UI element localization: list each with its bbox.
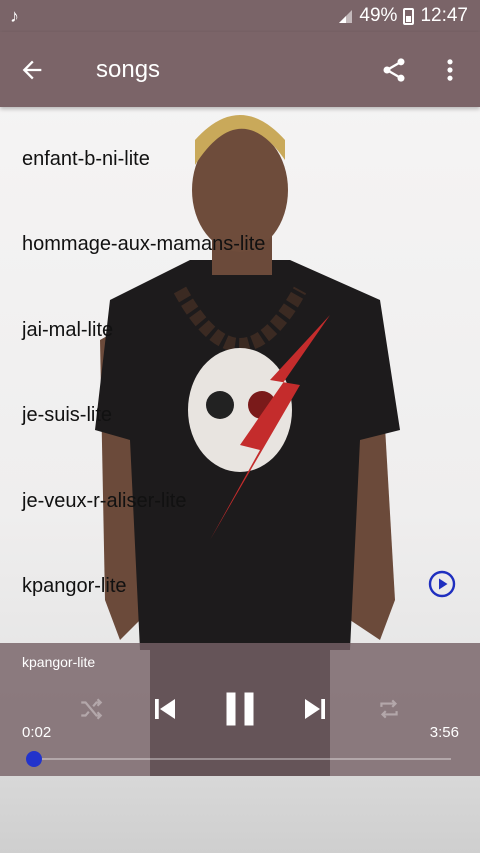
background-lower <box>0 776 480 853</box>
page-title: songs <box>96 56 161 83</box>
song-item[interactable]: kpangor-lite <box>0 534 480 619</box>
status-bar: ♪ 49% 12:47 <box>0 0 480 32</box>
play-circle-icon[interactable] <box>428 570 456 598</box>
battery-icon <box>403 7 415 25</box>
total-duration: 3:56 <box>429 724 459 741</box>
seek-bar[interactable] <box>33 758 451 760</box>
song-title: jai-mal-lite <box>22 318 114 341</box>
skip-previous-icon[interactable] <box>150 694 180 724</box>
elapsed-time: 0:02 <box>22 724 52 741</box>
clock: 12:47 <box>420 5 468 26</box>
song-list: enfant-b-ni-lite hommage-aux-mamans-lite… <box>0 107 480 619</box>
signal-icon <box>339 10 353 23</box>
seek-knob[interactable] <box>26 751 42 767</box>
song-item[interactable]: jai-mal-lite <box>0 278 480 363</box>
song-item[interactable]: je-veux-r-aliser-lite <box>0 449 480 534</box>
song-item[interactable]: hommage-aux-mamans-lite <box>0 192 480 277</box>
app-toolbar: songs <box>0 32 480 107</box>
more-vert-icon[interactable] <box>440 56 460 84</box>
shuffle-icon[interactable] <box>78 696 104 722</box>
share-icon[interactable] <box>380 56 408 84</box>
song-item[interactable]: je-suis-lite <box>0 363 480 448</box>
repeat-icon[interactable] <box>375 696 403 722</box>
back-arrow-icon[interactable] <box>18 56 46 84</box>
music-note-icon: ♪ <box>10 6 19 26</box>
skip-next-icon[interactable] <box>300 694 330 724</box>
pause-icon[interactable] <box>222 689 258 729</box>
song-title: kpangor-lite <box>22 574 127 597</box>
song-title: enfant-b-ni-lite <box>22 148 150 170</box>
song-title: je-veux-r-aliser-lite <box>22 489 187 512</box>
song-title: je-suis-lite <box>22 404 113 427</box>
song-title: hommage-aux-mamans-lite <box>22 233 266 256</box>
song-item[interactable]: enfant-b-ni-lite <box>0 107 480 192</box>
now-playing-panel: kpangor-lite 0:02 3:56 <box>0 643 480 776</box>
now-playing-title: kpangor-lite <box>22 654 96 670</box>
battery-percent: 49% <box>359 5 398 26</box>
